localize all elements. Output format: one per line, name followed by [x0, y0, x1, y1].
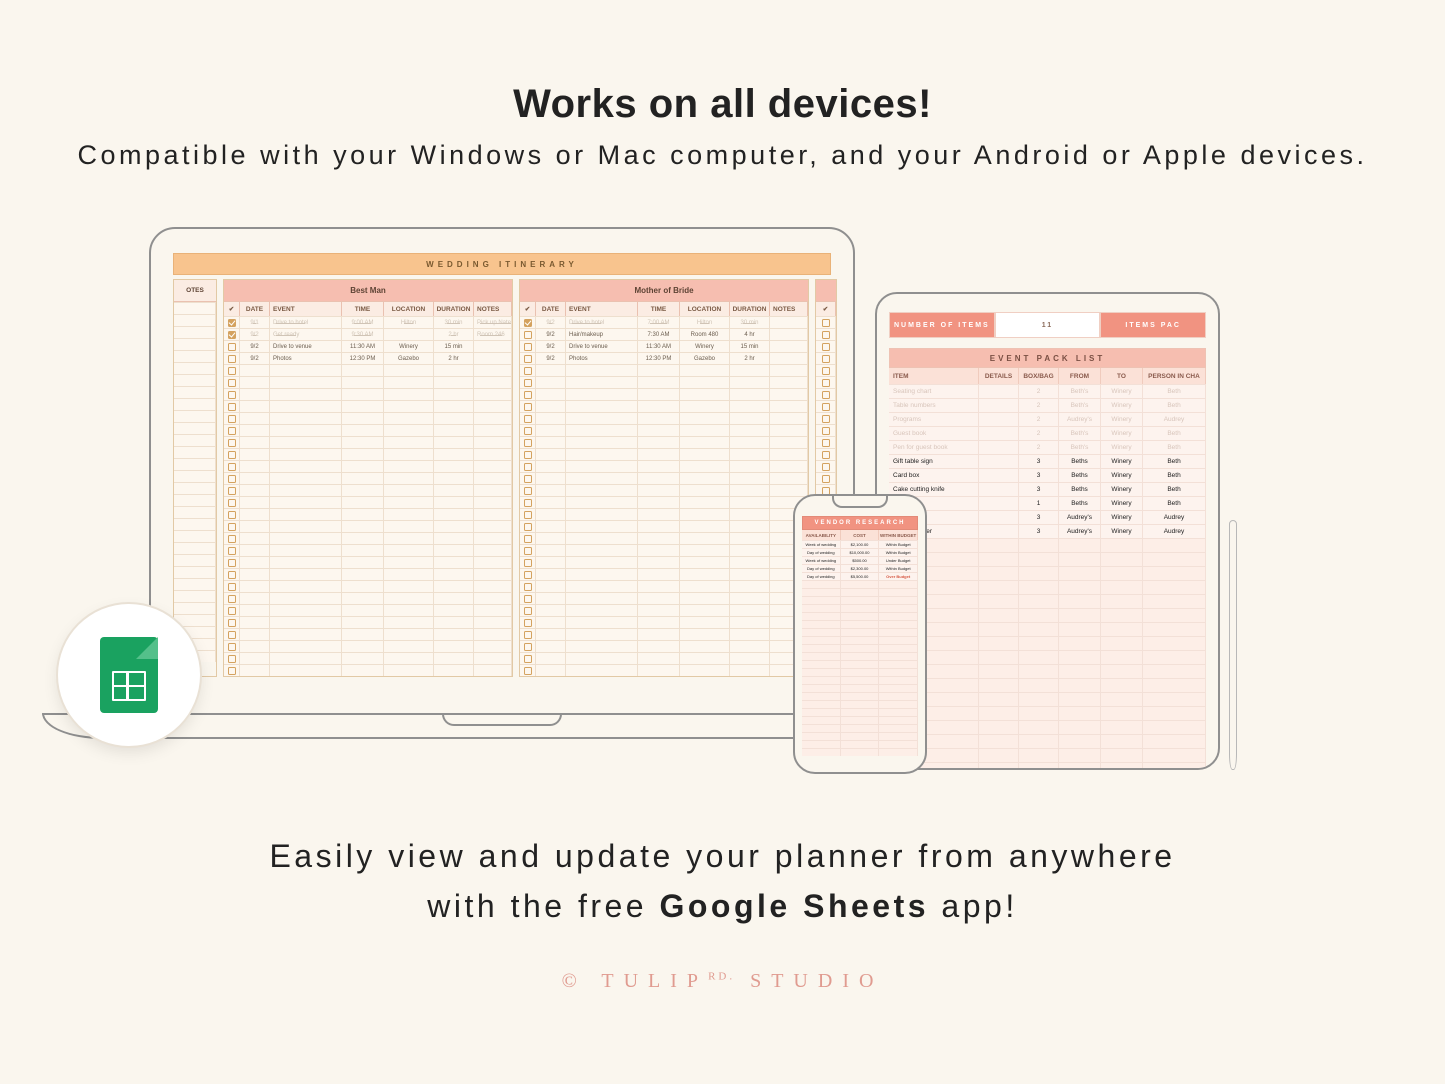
tablet-column-headers: ITEMDETAILSBOX/BAGFROMTOPERSON IN CHA	[889, 368, 1206, 384]
product-marketing-card: Works on all devices! Compatible with yo…	[0, 0, 1445, 1084]
vendor-row: Day of wedding$2,300.00Within Budget	[802, 564, 918, 572]
pack-list-row: Table numbers2Beth'sWineryBeth	[889, 398, 1206, 412]
bottom-copy: Easily view and update your planner from…	[0, 832, 1445, 931]
tablet-rows: Seating chart2Beth'sWineryBethTable numb…	[889, 384, 1206, 770]
sheet-banner: WEDDING ITINERARY	[173, 253, 831, 275]
stat-label-left: NUMBER OF ITEMS	[889, 312, 995, 338]
vendor-row: Day of wedding$5,500.00Over Budget	[802, 572, 918, 580]
phone-mockup: VENDOR RESEARCH AVAILABILITYCOSTWITHIN B…	[793, 494, 927, 774]
pack-list-row: Card box3BethsWineryBeth	[889, 468, 1206, 482]
brand-pre: © TULIP	[562, 970, 709, 992]
tablet-sheet-title: EVENT PACK LIST	[889, 348, 1206, 368]
google-sheets-icon	[100, 637, 158, 713]
laptop-trackpad-notch	[442, 714, 562, 726]
bottom-line-2c: app!	[929, 888, 1018, 924]
pack-list-row: afety pins1BethsWineryBeth	[889, 496, 1206, 510]
pack-list-row: Programs2Audrey'sWineryAudrey	[889, 412, 1206, 426]
itinerary-panel-sliver-left: OTES	[173, 279, 217, 677]
subheadline: Compatible with your Windows or Mac comp…	[0, 140, 1445, 171]
pack-list-row: Pen for guest book2Beth'sWineryBeth	[889, 440, 1206, 454]
brand-post: STUDIO	[735, 970, 883, 992]
stat-value: 11	[995, 312, 1101, 338]
pack-list-row: Cake cutting knife3BethsWineryBeth	[889, 482, 1206, 496]
stylus-icon	[1229, 520, 1237, 770]
brand-sup: RD.	[708, 970, 735, 982]
pack-list-row: for ringbearer3Audrey'sWineryAudrey	[889, 524, 1206, 538]
phone-notch	[832, 494, 888, 508]
pack-list-row: Seating chart2Beth'sWineryBeth	[889, 384, 1206, 398]
itinerary-panel: Best Man✔DATEEVENTTIMELOCATIONDURATIONNO…	[223, 279, 513, 677]
pack-list-row: wer basket3Audrey'sWineryAudrey	[889, 510, 1206, 524]
tablet-stat-bar: NUMBER OF ITEMS 11 ITEMS PAC	[889, 312, 1206, 338]
bottom-line-2b: Google Sheets	[659, 888, 929, 924]
pack-list-row: Gift table sign3BethsWineryBeth	[889, 454, 1206, 468]
phone-column-headers: AVAILABILITYCOSTWITHIN BUDGET	[802, 530, 918, 540]
brand-watermark: © TULIPRD. STUDIO	[0, 970, 1445, 993]
vendor-row: Week of wedding$2,100.00Within Budget	[802, 540, 918, 548]
laptop-screen: WEDDING ITINERARY OTESBest Man✔DATEEVENT…	[149, 227, 855, 717]
laptop-mockup: WEDDING ITINERARY OTESBest Man✔DATEEVENT…	[132, 227, 872, 767]
pack-list-row: Guest book2Beth'sWineryBeth	[889, 426, 1206, 440]
google-sheets-badge	[58, 604, 200, 746]
vendor-row: Day of wedding$10,000.00Within Budget	[802, 548, 918, 556]
bottom-line-2a: with the free	[427, 888, 659, 924]
phone-sheet-title: VENDOR RESEARCH	[802, 516, 918, 530]
bottom-line-1: Easily view and update your planner from…	[269, 838, 1175, 874]
headline: Works on all devices!	[0, 82, 1445, 127]
itinerary-panel: Mother of Bride✔DATEEVENTTIMELOCATIONDUR…	[519, 279, 809, 677]
stat-label-right: ITEMS PAC	[1100, 312, 1206, 338]
phone-rows: Week of wedding$2,100.00Within BudgetDay…	[802, 540, 918, 756]
vendor-row: Week of wedding$500.00Under Budget	[802, 556, 918, 564]
